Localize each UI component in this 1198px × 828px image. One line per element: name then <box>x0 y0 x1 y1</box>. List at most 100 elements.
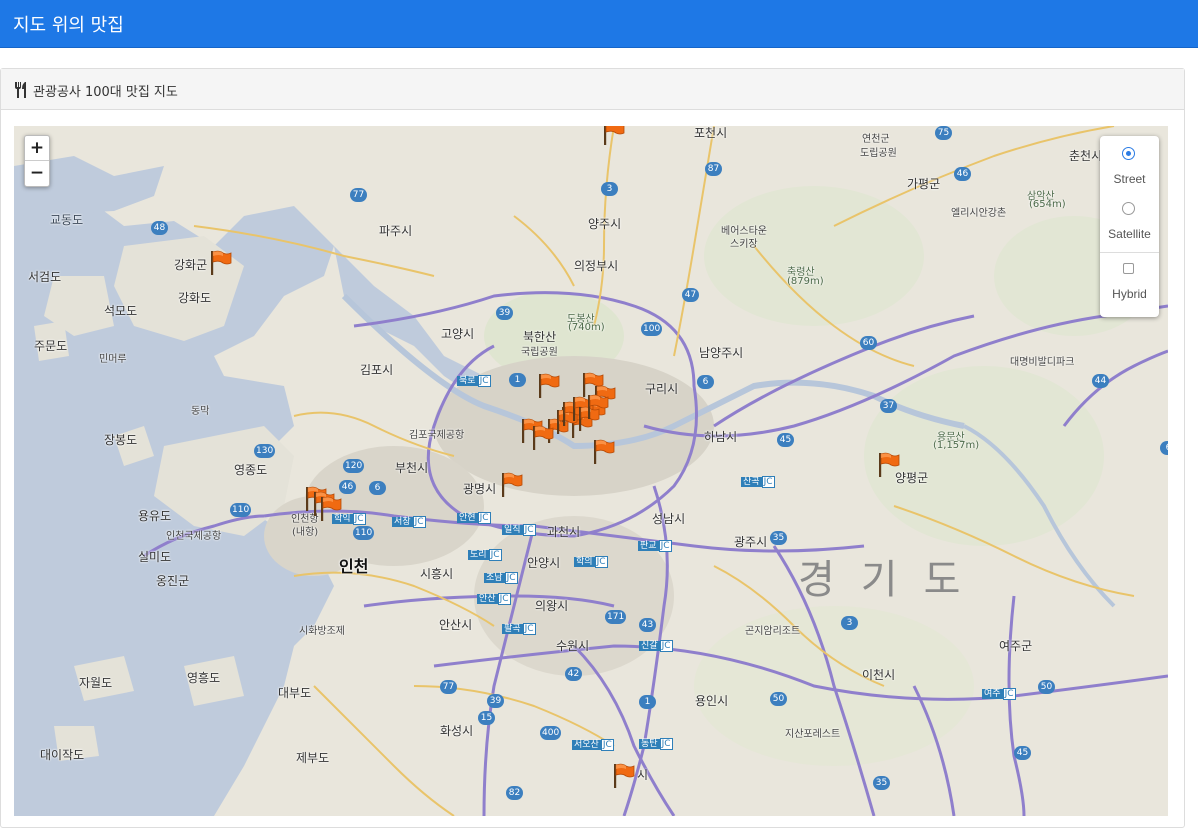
label-incheon-airport: 인천국제공항 <box>166 531 222 542</box>
junction-hagui: 학의 JC <box>574 556 608 568</box>
junction-seochang: 서창 JC <box>392 516 426 528</box>
junction-ilji: 일직 JC <box>502 524 536 536</box>
map-canvas[interactable]: 교동도 강화군 강화도 서검도 석모도 주문도 민머루 동막 장봉도 영종도 용… <box>14 126 1168 816</box>
label-daemyung: 대명비발디파크 <box>1010 357 1075 368</box>
label-yeoncheon2: 도립공원 <box>860 148 897 159</box>
label-incheon: 인천 <box>339 557 369 576</box>
junction-pangyo: 판교 JC <box>638 540 672 552</box>
label-hwaseong: 화성시 <box>440 724 474 738</box>
street-radio[interactable] <box>1122 147 1135 160</box>
label-uijeongbu: 의정부시 <box>574 259 619 273</box>
label-suwon: 수원시 <box>556 639 590 653</box>
route-shield: 110 <box>230 503 252 517</box>
label-elysian: 엘리시안강촌 <box>951 208 1007 219</box>
label-dobongsan-h: (740m) <box>568 322 605 333</box>
label-silmido: 실미도 <box>138 550 172 564</box>
flag-icon[interactable] <box>501 472 523 498</box>
label-paju: 파주시 <box>379 224 413 238</box>
label-ansan: 안산시 <box>439 618 473 632</box>
satellite-label[interactable]: Satellite <box>1100 227 1159 241</box>
route-shield: 60 <box>860 336 877 350</box>
hybrid-label[interactable]: Hybrid <box>1100 287 1159 301</box>
flag-icon[interactable] <box>603 126 625 146</box>
label-gimpo-airport: 김포국제공항 <box>409 430 465 441</box>
route-shield: 43 <box>639 618 656 632</box>
route-shield: 46 <box>339 480 356 494</box>
label-seogeomdo: 서검도 <box>28 270 62 284</box>
junction-ansan: 안산 JC <box>477 593 511 605</box>
label-gapyeong: 가평군 <box>907 177 941 191</box>
junction-sangok: 산곡 JC <box>741 476 775 488</box>
label-ganghwagun: 강화군 <box>174 258 208 272</box>
route-shield: 3 <box>841 616 858 630</box>
route-shield: 3 <box>601 182 618 196</box>
label-incheon-port2: (내항) <box>292 527 319 538</box>
route-shield: 82 <box>506 786 523 800</box>
label-yeoncheon: 연천군 <box>862 134 890 145</box>
label-konjiam: 곤지암리조트 <box>745 626 801 637</box>
flag-icon[interactable] <box>587 394 609 420</box>
label-chukryeong-h: (879m) <box>787 276 824 287</box>
route-shield: 44 <box>1092 374 1109 388</box>
route-shield: 100 <box>641 322 663 336</box>
satellite-radio[interactable] <box>1122 202 1135 215</box>
route-shield: 75 <box>935 126 952 140</box>
route-shield: 46 <box>954 167 971 181</box>
junction-seoosan: 서오산 JC <box>572 739 614 751</box>
route-shield: 6 <box>697 375 714 389</box>
route-shield: 120 <box>343 459 365 473</box>
app-title[interactable]: 지도 위의 맛집 <box>13 11 124 37</box>
label-gyodongdo: 교동도 <box>50 213 84 227</box>
label-pocheon: 포천시 <box>694 126 728 140</box>
route-shield: 77 <box>440 680 457 694</box>
label-yeoju: 여주군 <box>999 639 1033 653</box>
flag-icon[interactable] <box>532 425 554 451</box>
flag-icon[interactable] <box>538 373 560 399</box>
route-shield: 35 <box>770 531 787 545</box>
label-bukhansan-park: 국립공원 <box>521 347 558 358</box>
flag-icon[interactable] <box>210 250 232 276</box>
label-seongnam: 성남시 <box>652 512 686 526</box>
label-chuncheon: 춘천시 <box>1069 149 1103 163</box>
flag-icon[interactable] <box>878 452 900 478</box>
label-yangju: 양주시 <box>588 217 622 231</box>
route-shield: 45 <box>777 433 794 447</box>
flag-icon[interactable] <box>320 496 342 522</box>
label-janggbongdo: 장봉도 <box>104 433 138 447</box>
label-yeongjongdo: 영종도 <box>234 463 268 477</box>
label-goyang: 고양시 <box>441 327 475 341</box>
label-icheon: 이천시 <box>862 668 896 682</box>
label-samak-h: (654m) <box>1029 199 1066 210</box>
zoom-out-button[interactable]: − <box>25 161 49 186</box>
route-shield: 87 <box>705 162 722 176</box>
zoom-control: + − <box>24 135 50 187</box>
junction-bukro: 북로 JC <box>457 375 491 387</box>
hybrid-checkbox[interactable] <box>1123 263 1134 274</box>
route-shield: 48 <box>151 221 168 235</box>
route-shield: 77 <box>350 188 367 202</box>
route-shield: 1 <box>639 695 656 709</box>
label-yongmun-h: (1,157m) <box>933 440 980 451</box>
label-minmeoru: 민머루 <box>99 354 127 365</box>
street-label[interactable]: Street <box>1100 172 1159 186</box>
label-dongmak: 동막 <box>191 406 210 417</box>
label-jumundo: 주문도 <box>34 339 68 353</box>
label-ongjingun: 옹진군 <box>156 574 190 588</box>
junction-anhyeon: 안현 JC <box>457 512 491 524</box>
label-jawoldo: 자월도 <box>79 676 113 690</box>
junction-dongtan: 동탄 JC <box>639 738 673 750</box>
layer-switcher: Street Satellite Hybrid <box>1100 136 1159 317</box>
label-yongin: 용인시 <box>695 694 729 708</box>
zoom-in-button[interactable]: + <box>25 136 49 161</box>
route-shield: 50 <box>1038 680 1055 694</box>
route-shield: 1 <box>509 373 526 387</box>
flag-icon[interactable] <box>593 439 615 465</box>
label-gimpo: 김포시 <box>360 363 394 377</box>
flag-icon[interactable] <box>613 763 635 789</box>
label-uiwang: 의왕시 <box>535 599 569 613</box>
label-gyeonggido: 경기도 <box>798 557 987 603</box>
junction-dori: 도리 JC <box>468 549 502 561</box>
label-sihwa: 시화방조제 <box>299 626 345 637</box>
route-shield: 47 <box>682 288 699 302</box>
label-osan: 시 <box>637 768 649 782</box>
